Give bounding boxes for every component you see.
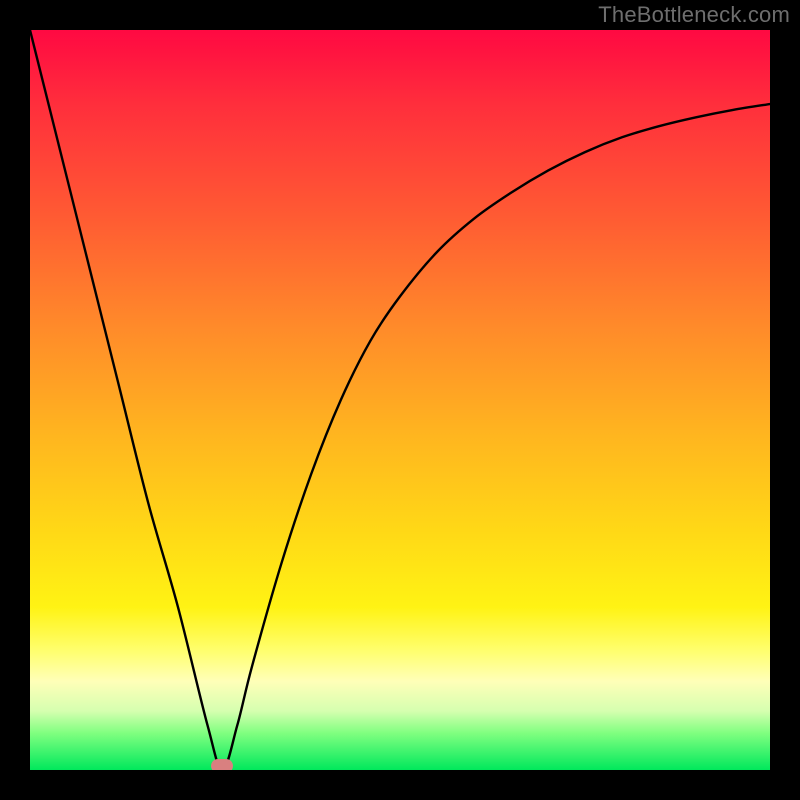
- chart-frame: TheBottleneck.com: [0, 0, 800, 800]
- v-curve-line: [30, 30, 770, 770]
- minimum-marker: [211, 759, 233, 770]
- watermark-text: TheBottleneck.com: [598, 2, 790, 28]
- plot-area: [30, 30, 770, 770]
